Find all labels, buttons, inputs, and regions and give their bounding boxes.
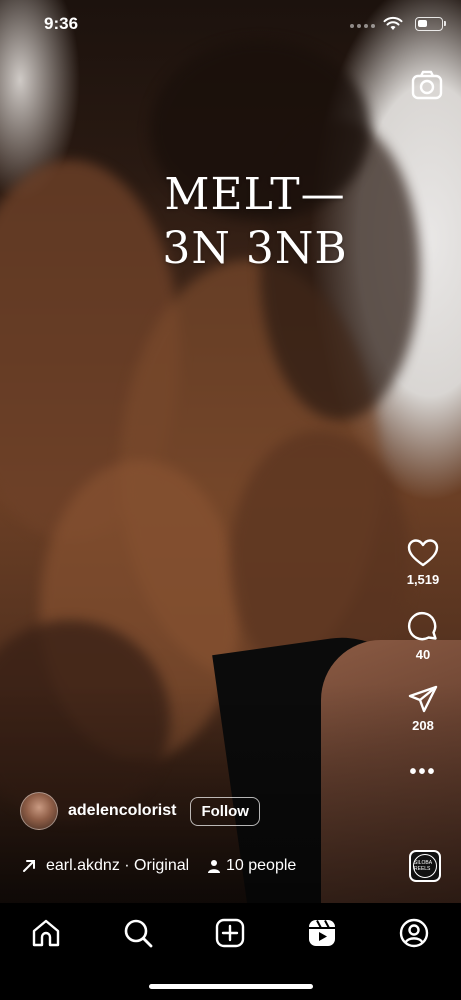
like-count: 1,519	[406, 572, 440, 587]
status-time: 9:36	[44, 14, 79, 33]
avatar[interactable]	[20, 792, 58, 830]
search-icon[interactable]	[122, 917, 154, 949]
person-icon	[208, 860, 220, 873]
follow-button[interactable]: Follow	[190, 796, 260, 826]
plus-square-icon[interactable]	[214, 917, 246, 949]
action-rail: 1,519 40 208 •••	[401, 538, 445, 782]
audio-attribution[interactable]: earl.akdnz · Original audio	[46, 857, 188, 875]
bottom-tab-bar	[0, 903, 461, 1000]
home-icon[interactable]	[30, 917, 62, 949]
status-bar: 9:36	[0, 0, 461, 50]
creator-row: adelencolorist Follow	[20, 792, 260, 830]
more-icon[interactable]: •••	[409, 762, 436, 782]
username[interactable]: adelencolorist	[68, 802, 176, 820]
heart-icon[interactable]	[407, 538, 439, 568]
signal-icon	[350, 24, 375, 28]
camera-icon[interactable]	[411, 70, 443, 102]
comment-count: 40	[415, 647, 431, 662]
comment-icon[interactable]	[407, 611, 439, 643]
overlay-title: MELT— 3N 3NB	[150, 168, 360, 276]
home-indicator[interactable]	[149, 984, 313, 989]
wifi-icon	[383, 16, 403, 30]
send-icon[interactable]	[407, 684, 439, 714]
overlay-title-line2: 3N 3NB	[162, 223, 348, 274]
reels-icon[interactable]	[306, 917, 338, 949]
reel-video-background[interactable]	[0, 0, 461, 903]
tagged-people[interactable]: 10 people	[208, 857, 296, 875]
like-button[interactable]: 1,519	[406, 538, 440, 587]
share-count: 208	[412, 718, 434, 733]
profile-icon[interactable]	[398, 917, 430, 949]
audio-thumbnail-label: SILOBA REELS	[413, 854, 437, 878]
battery-icon	[415, 17, 446, 31]
meta-row: earl.akdnz · Original audio 10 people	[22, 857, 296, 875]
overlay-title-line1: MELT—	[164, 169, 346, 220]
comment-button[interactable]: 40	[407, 611, 439, 662]
arrow-up-right-icon	[23, 860, 35, 872]
battery-level	[418, 20, 427, 27]
share-button[interactable]: 208	[407, 684, 439, 733]
audio-thumbnail[interactable]: SILOBA REELS	[409, 850, 441, 882]
tagged-people-label: 10 people	[226, 857, 297, 874]
